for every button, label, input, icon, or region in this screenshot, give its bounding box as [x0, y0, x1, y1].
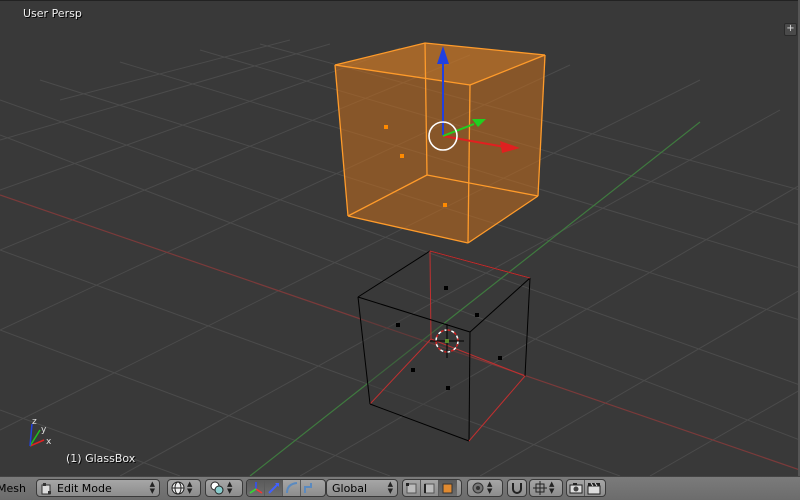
toolshelf-toggle-button[interactable]: + [784, 23, 797, 36]
orientation-chevron-icon: ▲ ▼ [387, 480, 393, 495]
3d-viewport[interactable]: x y z User Persp (1) GlassBox + [0, 0, 800, 476]
scale-manipulator-button[interactable] [301, 480, 319, 496]
snap-element-select[interactable]: ▲ ▼ [529, 479, 563, 497]
transform-orientation-select[interactable]: Global ▲ ▼ [326, 479, 398, 497]
mesh-menu[interactable]: Mesh [0, 482, 26, 495]
pivot-point-select[interactable]: ▲ ▼ [205, 479, 243, 497]
viewport-scene[interactable]: x y z [0, 0, 800, 476]
scale-icon [304, 483, 312, 493]
rotate-arc-icon [285, 482, 297, 494]
render-image-button[interactable] [567, 480, 585, 496]
viewport-shading-select[interactable]: ▲ ▼ [167, 479, 201, 497]
camera-icon [569, 483, 582, 494]
pivot-point-icon [210, 481, 224, 495]
magnet-icon [512, 483, 522, 494]
manipulator-toggle-button[interactable] [247, 480, 265, 496]
render-buttons-group [566, 479, 606, 497]
edit-mode-icon [41, 481, 53, 500]
manipulator-icon [249, 482, 262, 494]
axis-x-label: x [46, 437, 52, 447]
face-select-icon [442, 483, 453, 494]
vertex-select-icon [405, 483, 416, 494]
clapperboard-icon [587, 482, 601, 495]
pivot-chevron-icon: ▲ ▼ [227, 480, 233, 495]
axis-z-label: z [32, 417, 37, 427]
view-name-label: User Persp [23, 7, 82, 20]
active-object-label: (1) GlassBox [66, 452, 136, 465]
face-select-button[interactable] [439, 480, 457, 496]
snap-toggle-button[interactable] [508, 480, 526, 496]
viewport-header: Mesh Edit Mode ▲ ▼ ▲ ▼ ▲ ▼ Global ▲ ▼ ▲ … [0, 476, 800, 500]
mode-chevron-icon: ▲ ▼ [149, 480, 155, 495]
translate-arrow-icon [267, 483, 279, 494]
edge-select-button[interactable] [421, 480, 439, 496]
snap-chevron-icon: ▲ ▼ [549, 480, 555, 495]
vertex-select-button[interactable] [403, 480, 421, 496]
edge-select-icon [423, 483, 434, 494]
axis-y-label: y [41, 425, 47, 435]
orientation-value: Global [332, 482, 368, 495]
selection-mode-group [402, 479, 462, 497]
manipulator-toggle-group [246, 479, 326, 497]
proportional-chevron-icon: ▲ ▼ [487, 480, 493, 495]
proportional-edit-icon [472, 482, 484, 494]
selected-cube[interactable] [334, 42, 546, 244]
mode-select[interactable]: Edit Mode ▲ ▼ [36, 479, 160, 497]
mode-value: Edit Mode [57, 482, 112, 495]
axis-widget: x y z [29, 417, 52, 447]
proportional-editing-select[interactable]: ▲ ▼ [467, 479, 503, 497]
viewport-top-border [0, 0, 800, 1]
shading-chevron-icon: ▲ ▼ [187, 480, 193, 495]
snap-increment-icon [533, 481, 547, 495]
globe-shading-icon [171, 481, 185, 495]
snap-toggle-group [507, 479, 527, 497]
translate-manipulator-button[interactable] [265, 480, 283, 496]
rotate-manipulator-button[interactable] [283, 480, 301, 496]
render-animation-button[interactable] [585, 480, 603, 496]
